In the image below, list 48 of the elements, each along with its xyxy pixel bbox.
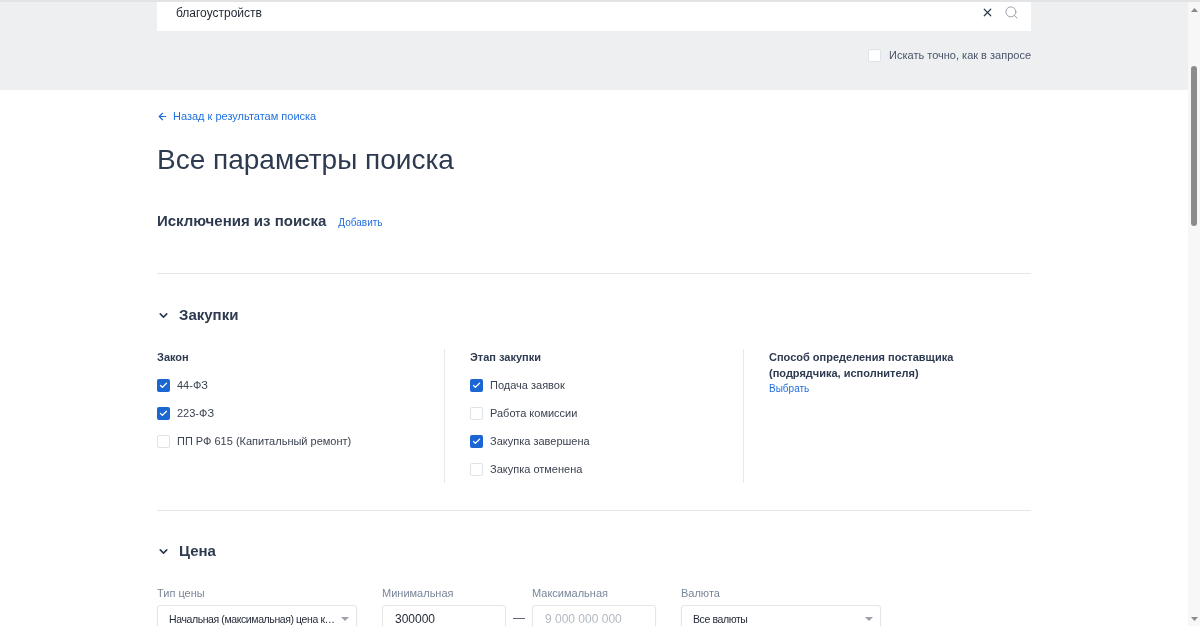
back-link[interactable]: Назад к результатам поиска — [157, 110, 317, 122]
checkbox[interactable] — [868, 49, 882, 62]
group-heading: Закон — [157, 350, 190, 365]
add-link[interactable]: Добавить — [338, 217, 383, 229]
input-field[interactable]: 300000 — [382, 605, 506, 626]
caret-icon — [341, 617, 349, 621]
checkbox[interactable] — [157, 378, 170, 392]
checkbox[interactable] — [470, 434, 483, 448]
checkmark-icon — [472, 436, 481, 446]
checkmark-icon — [159, 380, 168, 390]
page-title: Все параметры поиска — [157, 143, 454, 177]
checkbox-label: 44-ФЗ — [177, 378, 208, 392]
checkbox[interactable] — [470, 378, 483, 392]
caret-icon — [865, 617, 873, 621]
search-icon[interactable] — [1004, 5, 1019, 20]
checkbox[interactable] — [470, 462, 483, 476]
section-toggle[interactable]: Закупки — [157, 305, 239, 325]
checkmark-icon — [472, 380, 481, 390]
dropdown[interactable]: Все валюты — [681, 605, 881, 626]
range-dash: — — [513, 611, 525, 625]
checkbox[interactable] — [157, 406, 170, 420]
checkbox-label: ПП РФ 615 (Капитальный ремонт) — [177, 434, 352, 448]
field-label: Минимальная — [382, 587, 455, 599]
search-field[interactable]: благоустройств — [157, 2, 1031, 31]
checkbox-label: Закупка отменена — [490, 462, 583, 476]
field-label: Тип цены — [157, 587, 206, 599]
group-heading: Способ определения поставщика (подрядчика, исполнителя) — [769, 350, 955, 381]
checkbox-label: Закупка завершена — [490, 434, 590, 448]
scrollbar-thumb[interactable] — [1191, 66, 1197, 226]
select-link[interactable]: Выбрать — [769, 383, 810, 395]
clear-icon[interactable] — [981, 6, 994, 19]
arrow-left-icon — [157, 110, 168, 122]
dropdown[interactable]: Начальная (максимальная) цена к… — [157, 605, 357, 626]
section-toggle[interactable]: Цена — [157, 541, 216, 561]
checkbox-label: Подача заявок — [490, 378, 565, 392]
checkmark-icon — [159, 408, 168, 418]
input-field[interactable]: 9 000 000 000 — [532, 605, 656, 626]
exclusions-heading: Исключения из поиска — [157, 211, 327, 231]
field-label: Валюта — [681, 587, 721, 599]
checkbox[interactable] — [470, 406, 483, 420]
scroll-down-arrow-icon[interactable] — [1190, 617, 1198, 621]
checkbox-label: Искать точно, как в запросе — [889, 49, 1031, 62]
checkbox-label: 223-ФЗ — [177, 406, 215, 420]
field-label: Максимальная — [532, 587, 609, 599]
group-heading: Этап закупки — [470, 350, 542, 365]
checkbox-label: Работа комиссии — [490, 406, 578, 420]
scroll-up-arrow-icon[interactable] — [1190, 8, 1198, 12]
checkbox[interactable] — [157, 434, 170, 448]
